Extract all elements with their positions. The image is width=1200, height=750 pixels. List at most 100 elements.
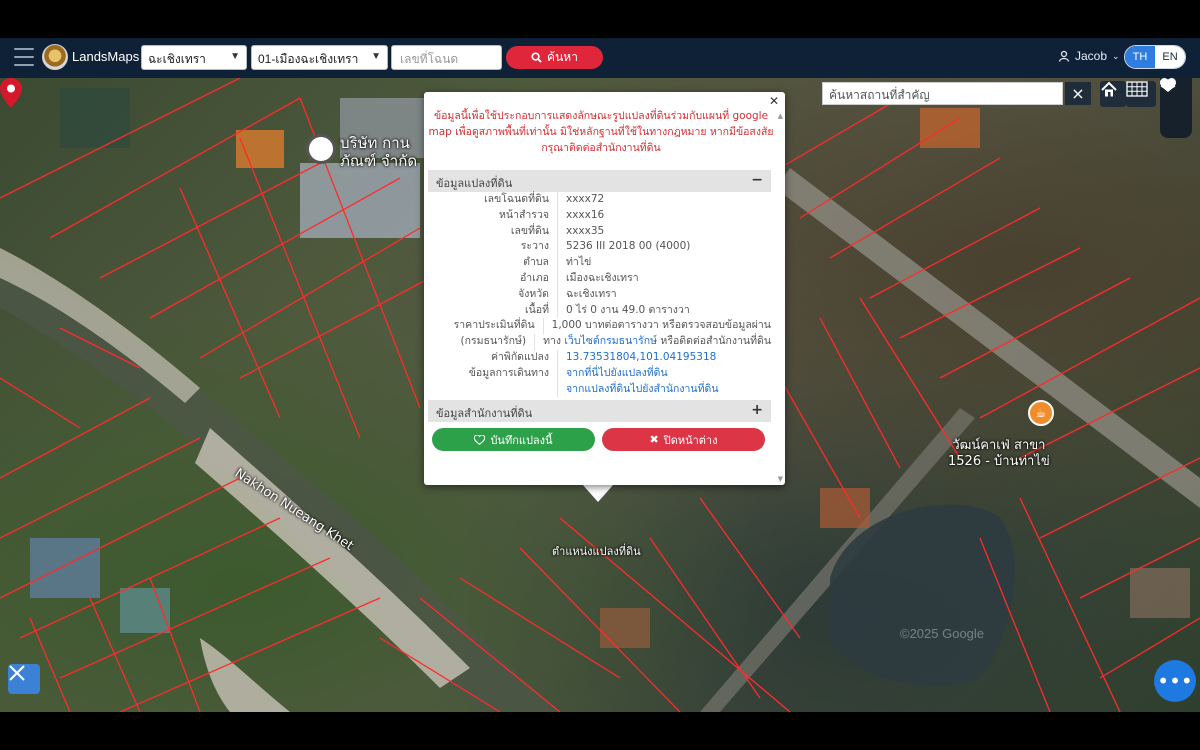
info-value: 5236 III 2018 00 (4000) bbox=[566, 240, 691, 253]
save-parcel-button[interactable]: บันทึกแปลงนี้ bbox=[432, 428, 595, 451]
info-row: เลขโฉนดที่ดิน xxxx72 bbox=[428, 192, 771, 208]
office-info-section-title: ข้อมูลสำนักงานที่ดิน bbox=[436, 407, 533, 420]
parcel-info-section-title: ข้อมูลแปลงที่ดิน bbox=[436, 177, 513, 190]
cafe-map-label: วัฒน์คาเฟ่ สาขา 1526 - บ้านท่าไข่ bbox=[948, 438, 1050, 470]
info-label: (กรมธนารักษ์) bbox=[428, 334, 536, 350]
coordinates-link[interactable]: 13.73531804,101.04195318 bbox=[566, 351, 716, 363]
treasury-website-link[interactable]: เว็บไซต์กรมธนารักษ์ bbox=[564, 335, 657, 347]
info-row: จังหวัด ฉะเชิงเทรา bbox=[428, 286, 771, 303]
info-value: 0 ไร่ 0 งาน 49.0 ตารางวา bbox=[566, 303, 690, 316]
brand-name: LandsMaps bbox=[72, 49, 140, 64]
chevron-down-icon: ▼ bbox=[371, 51, 381, 62]
more-options-button[interactable]: ••• bbox=[1154, 660, 1196, 702]
info-value: ท่าไข่ bbox=[566, 256, 592, 269]
dept-suffix: หรือติดต่อสำนักงานที่ดิน bbox=[660, 335, 771, 348]
info-label: เลขโฉนดที่ดิน bbox=[428, 192, 558, 208]
place-search-input[interactable]: ค้นหาสถานที่สำคัญ bbox=[822, 82, 1063, 105]
info-row: ตำบล ท่าไข่ bbox=[428, 255, 771, 271]
home-button[interactable] bbox=[1100, 81, 1126, 107]
info-label: เนื้อที่ bbox=[428, 302, 558, 319]
company-place-icon[interactable] bbox=[306, 134, 336, 164]
close-window-label: ปิดหน้าต่าง bbox=[663, 433, 718, 447]
letterbox-bottom bbox=[0, 712, 1200, 750]
map-watermark: ©2025 Google bbox=[900, 626, 985, 641]
scroll-down-icon[interactable]: ▼ bbox=[778, 475, 783, 483]
province-select-value: ฉะเชิงเทรา bbox=[148, 52, 206, 66]
info-row-department: (กรมธนารักษ์) ทาง เว็บไซต์กรมธนารักษ์ หร… bbox=[428, 334, 771, 350]
cafe-icon[interactable]: ☕ bbox=[1028, 400, 1054, 426]
company-label-line1: บริษัท กาน bbox=[340, 134, 410, 152]
grid-icon bbox=[1126, 81, 1148, 97]
expand-icon: + bbox=[751, 402, 763, 418]
company-label-line2: ภัณฑ์ จำกัด bbox=[340, 152, 418, 170]
map-side-panel bbox=[1160, 78, 1192, 138]
info-row: เนื้อที่ 0 ไร่ 0 งาน 49.0 ตารางวา bbox=[428, 302, 771, 319]
province-select[interactable]: ฉะเชิงเทรา ▼ bbox=[141, 45, 247, 70]
parcel-info-section-header[interactable]: ข้อมูลแปลงที่ดิน − bbox=[428, 170, 771, 192]
search-button-label: ค้นหา bbox=[547, 50, 578, 64]
info-label: ค่าพิกัดแปลง bbox=[428, 349, 558, 366]
lang-th-button[interactable]: TH bbox=[1125, 46, 1155, 68]
info-value: xxxx16 bbox=[566, 208, 605, 221]
cafe-label-line2: 1526 - บ้านท่าไข่ bbox=[948, 454, 1050, 469]
deed-number-input[interactable]: เลขที่โฉนด bbox=[391, 45, 502, 70]
info-row: อำเภอ เมืองฉะเชิงเทรา bbox=[428, 270, 771, 287]
info-value: เมืองฉะเชิงเทรา bbox=[566, 271, 639, 284]
chevron-down-icon: ⌄ bbox=[1112, 50, 1120, 61]
clear-search-button[interactable]: × bbox=[1065, 82, 1091, 105]
info-value: ฉะเชิงเทรา bbox=[566, 287, 617, 300]
info-label: ตำบล bbox=[428, 255, 558, 271]
directions-to-office-link[interactable]: จากแปลงที่ดินไปยังสำนักงานที่ดิน bbox=[566, 383, 719, 395]
landsmaps-logo bbox=[42, 44, 68, 70]
language-toggle: TH EN bbox=[1124, 45, 1186, 69]
search-icon bbox=[531, 52, 542, 63]
search-button[interactable]: ค้นหา bbox=[506, 46, 603, 69]
info-label-empty bbox=[428, 381, 558, 398]
info-row: ระวาง 5236 III 2018 00 (4000) bbox=[428, 239, 771, 256]
hamburger-menu-icon[interactable] bbox=[14, 48, 34, 66]
info-row-coordinates: ค่าพิกัดแปลง 13.73531804,101.04195318 bbox=[428, 349, 771, 366]
close-window-button[interactable]: ✖ ปิดหน้าต่าง bbox=[602, 428, 765, 451]
letterbox-top bbox=[0, 0, 1200, 38]
popup-close-icon[interactable]: ✕ bbox=[769, 94, 779, 108]
info-label: ราคาประเมินที่ดิน bbox=[428, 318, 544, 335]
info-label: อำเภอ bbox=[428, 270, 558, 287]
info-label: จังหวัด bbox=[428, 286, 558, 303]
info-row: หน้าสำรวจ xxxx16 bbox=[428, 207, 771, 224]
district-select[interactable]: 01-เมืองฉะเชิงเทรา ▼ bbox=[251, 45, 388, 70]
info-value: 13.73531804,101.04195318 bbox=[558, 350, 716, 366]
home-icon bbox=[1101, 81, 1117, 97]
ruler-pencil-icon bbox=[9, 665, 25, 681]
user-icon bbox=[1058, 50, 1070, 62]
disclaimer-notice: ข้อมูลนี้เพื่อใช้ประกอบการแสดงลักษณะรูปแ… bbox=[428, 110, 774, 154]
info-label: ระวาง bbox=[428, 239, 558, 256]
info-label: ข้อมูลการเดินทาง bbox=[428, 365, 558, 382]
user-menu[interactable]: Jacob ⌄ bbox=[1058, 49, 1120, 63]
top-navbar: LandsMaps ฉะเชิงเทรา ▼ 01-เมืองฉะเชิงเทร… bbox=[0, 38, 1200, 78]
parcel-info-table: เลขโฉนดที่ดิน xxxx72 หน้าสำรวจ xxxx16 เลขที่… bbox=[428, 192, 771, 398]
more-dots-icon: ••• bbox=[1157, 669, 1193, 693]
directions-to-parcel-link[interactable]: จากที่นี่ไปยังแปลงที่ดิน bbox=[566, 367, 668, 379]
info-value: จากแปลงที่ดินไปยังสำนักงานที่ดิน bbox=[558, 382, 719, 398]
user-name: Jacob bbox=[1075, 49, 1108, 63]
scroll-up-icon[interactable]: ▲ bbox=[778, 112, 783, 120]
info-label: หน้าสำรวจ bbox=[428, 207, 558, 224]
dept-prefix: ทาง bbox=[543, 335, 562, 348]
chevron-down-icon: ▼ bbox=[230, 51, 240, 62]
grid-button[interactable] bbox=[1126, 81, 1156, 107]
heart-icon bbox=[474, 434, 486, 445]
info-label: เลขที่ดิน bbox=[428, 223, 558, 240]
company-map-label: บริษัท กาน ภัณฑ์ จำกัด bbox=[340, 134, 417, 170]
close-icon: ✖ bbox=[649, 433, 659, 446]
collapse-icon: − bbox=[751, 172, 763, 188]
info-value: จากที่นี่ไปยังแปลงที่ดิน bbox=[558, 366, 668, 382]
info-row: เลขที่ดิน xxxx35 bbox=[428, 223, 771, 240]
info-row: ราคาประเมินที่ดิน 1,000 บาทต่อตารางวา หรื… bbox=[428, 318, 771, 335]
lang-en-button[interactable]: EN bbox=[1155, 46, 1185, 68]
location-pin-icon[interactable] bbox=[0, 78, 22, 108]
save-parcel-label: บันทึกแปลงนี้ bbox=[490, 433, 553, 447]
favorite-heart-icon[interactable] bbox=[1160, 78, 1176, 93]
info-value: xxxx35 bbox=[566, 224, 605, 237]
office-info-section-header[interactable]: ข้อมูลสำนักงานที่ดิน + bbox=[428, 400, 771, 422]
measure-tools-button[interactable] bbox=[8, 664, 40, 694]
